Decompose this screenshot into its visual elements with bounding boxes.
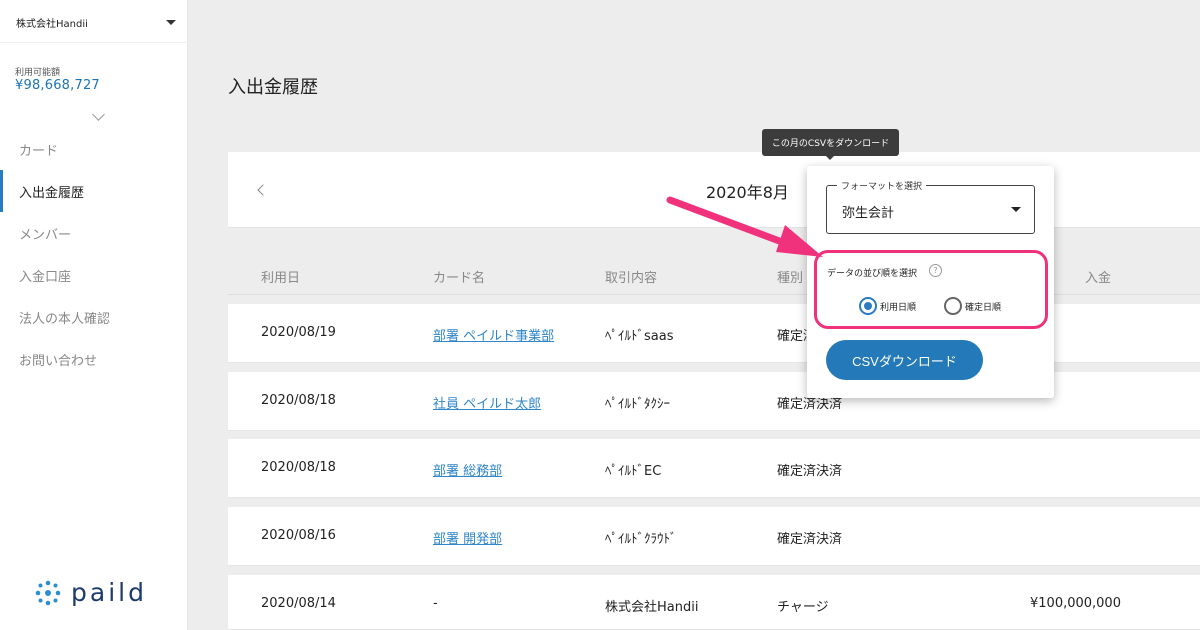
arrow-annotation [666, 196, 823, 257]
